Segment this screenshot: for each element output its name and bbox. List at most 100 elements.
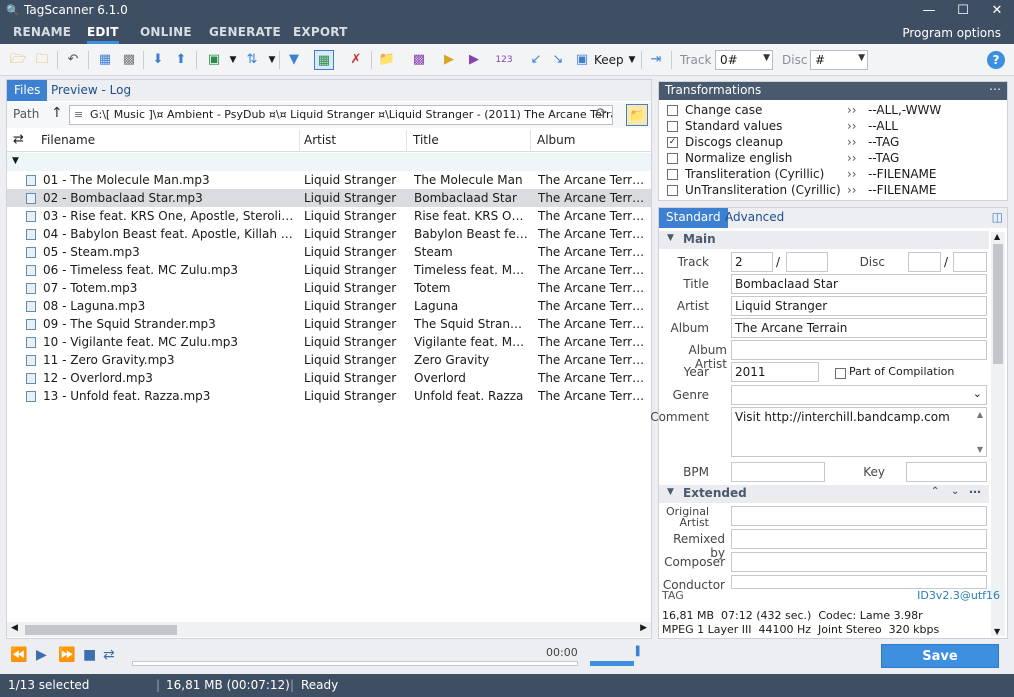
table-row[interactable]: 02 - Bombaclaad Star.mp3 Liquid Stranger B…	[7, 189, 651, 207]
album-input[interactable]: The Arcane Terrain	[731, 318, 987, 338]
browse-folder-icon[interactable]: 📁	[626, 104, 648, 126]
close-button[interactable]: ✕	[980, 0, 1014, 22]
transformation-checkbox[interactable]	[667, 185, 678, 196]
original-artist-input[interactable]	[731, 506, 987, 526]
copy-icon[interactable]: ↘	[548, 50, 568, 70]
folder-icon[interactable]: 📁	[377, 50, 397, 70]
table-row[interactable]: 10 - Vigilante feat. MC Zulu.mp3 Liquid S…	[7, 333, 651, 351]
volume-bar[interactable]	[590, 661, 634, 666]
artist-input[interactable]: Liquid Stranger	[731, 296, 987, 316]
stop-icon[interactable]: ■	[83, 647, 96, 663]
more-icon[interactable]: ⋯	[989, 82, 1001, 96]
disc-input[interactable]	[908, 252, 941, 272]
horizontal-scrollbar[interactable]: ◀ ▶	[7, 622, 651, 637]
track-format-select[interactable]: 0# ▼	[715, 50, 773, 70]
key-input[interactable]	[906, 462, 987, 482]
volume-icon[interactable]: ▌	[636, 647, 643, 657]
add-folder-icon[interactable]: 🗀	[32, 50, 52, 70]
sort-icon[interactable]: ⇅	[242, 50, 262, 70]
group-row[interactable]: ▼	[7, 153, 651, 171]
main-section[interactable]: ▼ Main	[659, 231, 989, 249]
transformation-item[interactable]: Standard values ›› --ALL	[667, 119, 997, 135]
column-title[interactable]: Title	[413, 133, 439, 147]
conductor-input[interactable]	[731, 575, 987, 589]
chevron-up-icon[interactable]: ⌃	[931, 486, 939, 497]
table-row[interactable]: 06 - Timeless feat. MC Zulu.mp3 Liquid St…	[7, 261, 651, 279]
exit-icon[interactable]: ⇥	[646, 50, 666, 70]
save-button[interactable]: Save	[881, 644, 999, 668]
tab-preview-log[interactable]: Preview - Log	[44, 80, 138, 101]
compilation-checkbox[interactable]	[835, 368, 846, 379]
transformation-item[interactable]: Change case ›› --ALL,-WWW	[667, 103, 997, 119]
rewind-icon[interactable]: ⏪	[10, 647, 27, 663]
grid-view-icon[interactable]: ▦	[95, 50, 115, 70]
minimize-button[interactable]: —	[912, 0, 946, 22]
refresh-icon[interactable]: ⟳	[596, 106, 607, 121]
transformation-checkbox[interactable]	[667, 121, 678, 132]
transformation-checkbox[interactable]	[667, 105, 678, 116]
total-tracks-input[interactable]	[786, 252, 828, 272]
collapse-icon[interactable]: ▼	[12, 156, 19, 166]
disc-format-select[interactable]: # ▼	[810, 50, 868, 70]
table-row[interactable]: 05 - Steam.mp3 Liquid Stranger Steam The Ar…	[7, 243, 651, 261]
scroll-thumb[interactable]	[25, 625, 177, 635]
transformation-item[interactable]: Normalize english ›› --TAG	[667, 151, 997, 167]
year-input[interactable]: 2011	[731, 362, 819, 382]
menu-online[interactable]: ONLINE	[140, 25, 192, 39]
scroll-up-icon[interactable]: ▲	[994, 232, 1000, 241]
keep-icon[interactable]: ▣	[572, 50, 592, 70]
table-row[interactable]: 01 - The Molecule Man.mp3 Liquid Stranger…	[7, 171, 651, 189]
scroll-thumb[interactable]	[993, 244, 1003, 364]
filter-icon[interactable]: ▼	[284, 50, 304, 70]
table-row[interactable]: 07 - Totem.mp3 Liquid Stranger Totem The Ar…	[7, 279, 651, 297]
move-down-icon[interactable]: ⬇	[148, 50, 168, 70]
tag-panel-icon[interactable]: ▦	[314, 50, 334, 70]
transformation-item[interactable]: Transliteration (Cyrillic) ›› --FILENAME	[667, 167, 997, 183]
table-row[interactable]: 09 - The Squid Strander.mp3 Liquid Strang…	[7, 315, 651, 333]
help-icon[interactable]: ?	[987, 51, 1005, 69]
shuffle-icon[interactable]: ⇄	[13, 132, 24, 147]
path-input[interactable]: ≡ G:\[ Music ]\¤ Ambient - PsyDub ¤\¤ Li…	[69, 105, 613, 125]
open-folder-icon[interactable]: 🗁	[8, 50, 28, 70]
comment-input[interactable]: Visit http://interchill.bandcamp.com ▲ ▼	[731, 407, 987, 457]
transformation-item[interactable]: ✓ Discogs cleanup ›› --TAG	[667, 135, 997, 151]
tiles-view-icon[interactable]: ▩	[119, 50, 139, 70]
editor-scrollbar[interactable]: ▲ ▼	[991, 232, 1005, 636]
scroll-up-icon[interactable]: ▲	[977, 410, 983, 419]
tab-files[interactable]: Files	[7, 80, 48, 101]
fast-forward-icon[interactable]: ⏩	[58, 647, 75, 663]
genre-select[interactable]: ⌄	[731, 385, 987, 405]
transformation-item[interactable]: UnTransliteration (Cyrillic) ›› --FILENAME	[667, 183, 997, 199]
play-icon[interactable]: ▶	[36, 647, 47, 663]
numbering-icon[interactable]: 123	[494, 50, 514, 70]
program-options-button[interactable]: Program options	[902, 26, 1001, 40]
remove-tag-icon[interactable]: ✗	[346, 50, 366, 70]
remixed-by-input[interactable]	[731, 529, 987, 549]
track-input[interactable]: 2	[731, 252, 773, 272]
collapse-icon[interactable]: ▼	[667, 487, 674, 497]
column-filename[interactable]: Filename	[41, 133, 95, 147]
menu-generate[interactable]: GENERATE	[209, 25, 281, 39]
select-icon[interactable]: ▣	[204, 50, 224, 70]
column-divider[interactable]	[299, 130, 300, 152]
transformation-checkbox[interactable]	[667, 169, 678, 180]
tab-standard[interactable]: Standard	[659, 208, 728, 228]
menu-export[interactable]: EXPORT	[293, 25, 348, 39]
column-divider[interactable]	[406, 130, 407, 152]
extended-section[interactable]: ▼ Extended ⌃ ⌄ ⋯	[659, 485, 989, 503]
columns-icon[interactable]: ▩	[409, 50, 429, 70]
table-row[interactable]: 13 - Unfold feat. Razza.mp3 Liquid Strang…	[7, 387, 651, 405]
keep-dropdown-icon[interactable]: ▼	[622, 50, 642, 70]
table-row[interactable]: 12 - Overlord.mp3 Liquid Stranger Overlord…	[7, 369, 651, 387]
transformation-checkbox[interactable]: ✓	[667, 137, 678, 148]
scroll-down-icon[interactable]: ▼	[994, 627, 1000, 636]
more-icon[interactable]: ⋯	[969, 485, 981, 499]
table-row[interactable]: 03 - Rise feat. KRS One, Apostle, Sterol…	[7, 207, 651, 225]
import-icon[interactable]: ↙	[526, 50, 546, 70]
tag-version[interactable]: ID3v2.3@utf16	[917, 589, 1000, 602]
select-dropdown-icon[interactable]: ▼	[223, 50, 243, 70]
chevron-down-icon[interactable]: ⌄	[951, 486, 959, 497]
move-up-icon[interactable]: ⬆	[171, 50, 191, 70]
column-divider[interactable]	[530, 130, 531, 152]
undo-icon[interactable]: ↶	[63, 50, 83, 70]
